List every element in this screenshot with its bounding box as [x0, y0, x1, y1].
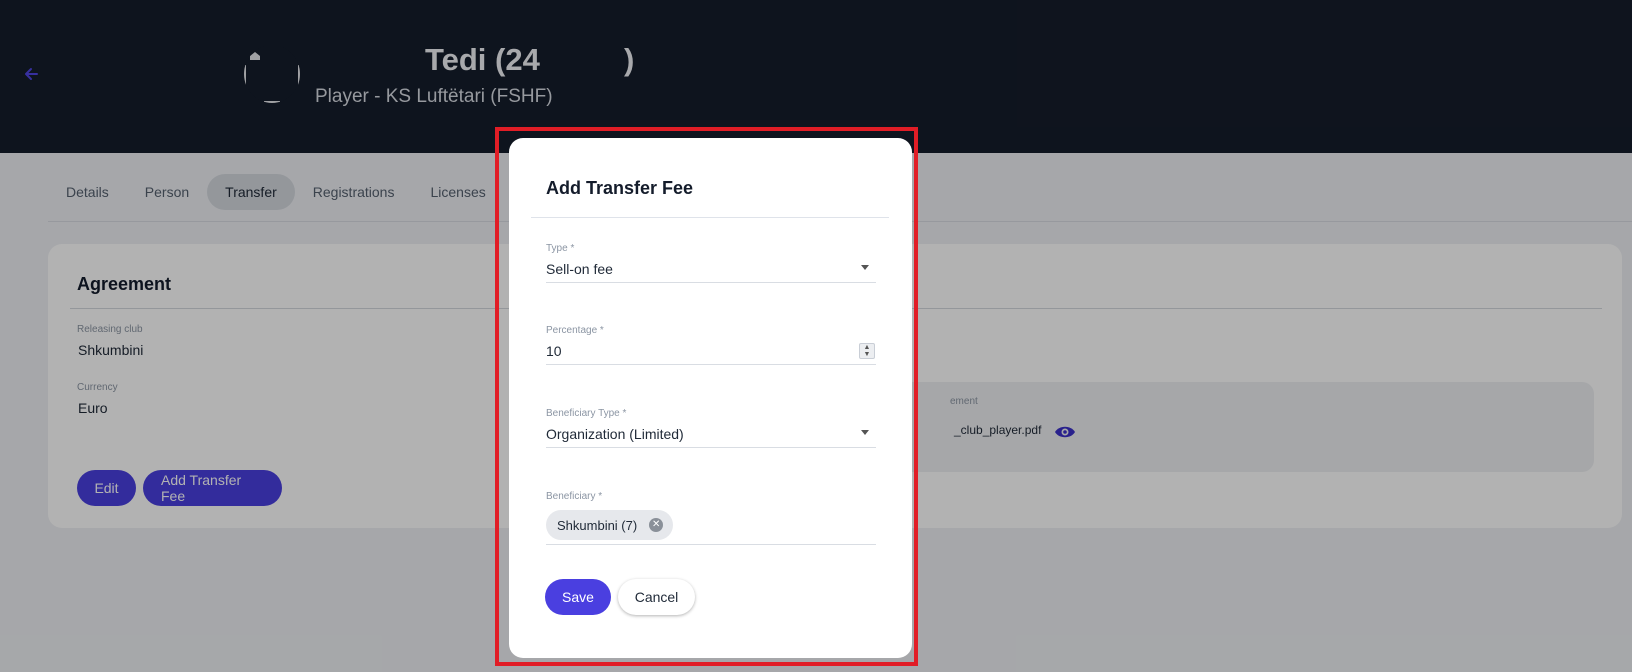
beneficiary-underline — [546, 544, 876, 545]
dialog-divider — [531, 217, 889, 218]
beneficiary-type-underline — [546, 447, 876, 448]
chevron-down-icon[interactable] — [861, 430, 869, 435]
stepper-down-icon[interactable]: ▼ — [864, 351, 871, 358]
percentage-underline — [546, 364, 876, 365]
dialog-title: Add Transfer Fee — [546, 178, 694, 198]
type-label: Type * — [546, 243, 575, 254]
beneficiary-type-label: Beneficiary Type * — [546, 408, 627, 419]
beneficiary-label: Beneficiary * — [546, 491, 603, 502]
percentage-input[interactable]: 10 — [546, 343, 562, 359]
beneficiary-chip: Shkumbini (7) ✕ — [546, 510, 674, 540]
cancel-button[interactable]: Cancel — [618, 579, 695, 615]
remove-chip-icon[interactable]: ✕ — [649, 518, 664, 532]
chevron-down-icon[interactable] — [861, 265, 869, 270]
beneficiary-type-select[interactable]: Organization (Limited) — [546, 426, 684, 442]
add-transfer-fee-dialog: Add Transfer Fee Type * Sell-on fee Perc… — [509, 138, 912, 658]
percentage-label: Percentage * — [546, 325, 604, 336]
save-button[interactable]: Save — [545, 579, 611, 615]
number-stepper[interactable]: ▲ ▼ — [859, 343, 875, 359]
type-select[interactable]: Sell-on fee — [546, 261, 613, 277]
chip-label: Shkumbini (7) — [557, 517, 638, 533]
type-underline — [546, 282, 876, 283]
stepper-up-icon[interactable]: ▲ — [864, 344, 871, 351]
